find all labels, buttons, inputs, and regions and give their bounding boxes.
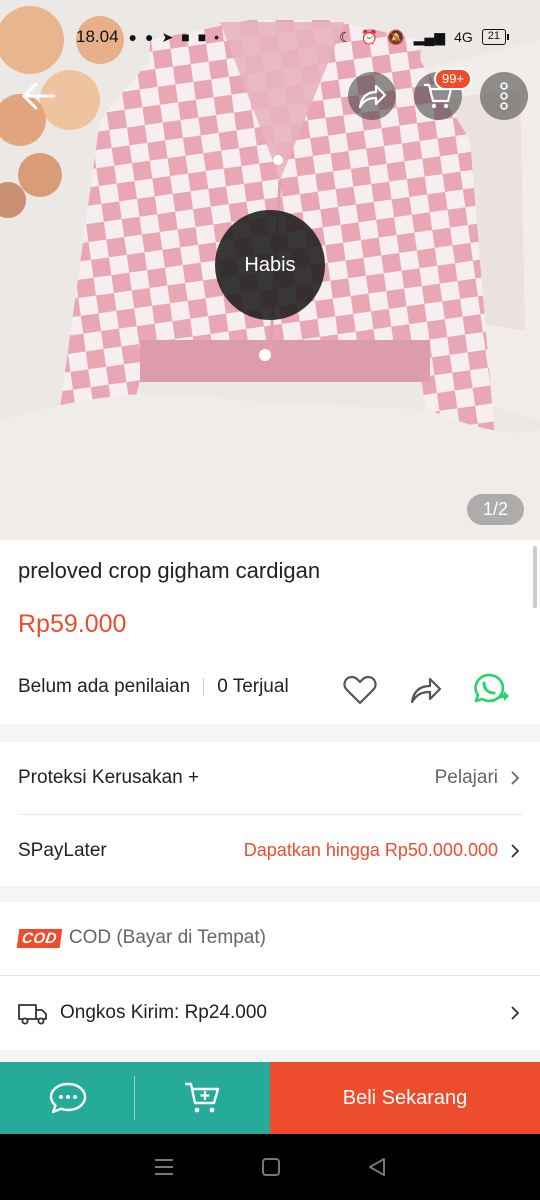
notification-icons: ● ● ➤ ■ ■ • — [129, 29, 220, 46]
protection-label: Proteksi Kerusakan + — [18, 767, 200, 788]
shopee-notification-icon: ■ — [197, 29, 207, 45]
battery-icon: 21 — [481, 29, 510, 45]
share-icon — [358, 84, 387, 109]
chevron-right-icon — [511, 771, 520, 785]
image-counter: 1/2 — [466, 494, 524, 525]
sold-out-overlay: Habis — [215, 210, 325, 320]
product-info-card: preloved crop gigham cardigan Rp59.000 B… — [0, 540, 540, 724]
more-notifications-icon: • — [214, 29, 220, 45]
chevron-right-icon — [511, 1006, 520, 1020]
add-to-cart-button[interactable] — [135, 1062, 270, 1134]
protection-row[interactable]: Proteksi Kerusakan + Pelajari — [18, 742, 522, 814]
back-button[interactable] — [14, 72, 62, 120]
telegram-notification-icon: ➤ — [161, 28, 174, 45]
chat-icon — [49, 1082, 86, 1114]
share-icon — [410, 677, 442, 704]
cart-button[interactable]: 99+ — [414, 68, 473, 120]
whatsapp-icon — [474, 673, 509, 703]
share-button[interactable] — [348, 72, 396, 120]
spaylater-label: SPayLater — [18, 839, 107, 861]
stats-divider — [203, 678, 205, 696]
sold-count: 0 Terjual — [217, 676, 289, 697]
more-vertical-icon — [500, 82, 508, 110]
product-price: Rp59.000 — [18, 610, 127, 638]
add-cart-icon — [184, 1082, 219, 1113]
line-notification-icon: ● — [145, 29, 154, 45]
spaylater-offer: Dapatkan hingga Rp50.000.000 — [243, 840, 498, 860]
shipping-label: Ongkos Kirim: Rp24.000 — [60, 1002, 267, 1023]
product-stats: Belum ada penilaian 0 Terjual — [18, 676, 289, 698]
rating-text: Belum ada penilaian — [18, 676, 191, 697]
mute-icon: 🔕 — [387, 28, 405, 45]
whatsapp-notification-icon: ● — [128, 29, 138, 45]
heart-icon — [343, 675, 377, 705]
delivery-card: COD COD (Bayar di Tempat) Ongkos Kirim: … — [0, 902, 540, 1050]
share-product-button[interactable] — [406, 670, 446, 710]
chat-button[interactable] — [0, 1062, 135, 1134]
bottom-action-bar: Beli Sekarang — [0, 1062, 540, 1134]
back-triangle-icon[interactable] — [367, 1157, 387, 1177]
cart-count-badge: 99+ — [434, 68, 473, 90]
whatsapp-share-button[interactable] — [472, 670, 512, 710]
cod-row: COD COD (Bayar di Tempat) — [16, 902, 522, 974]
home-icon[interactable] — [261, 1157, 281, 1177]
cod-label: COD (Bayar di Tempat) — [68, 927, 266, 948]
cod-badge: COD — [16, 928, 63, 948]
recent-apps-icon[interactable] — [153, 1157, 175, 1177]
product-image-carousel[interactable]: 18.04 ● ● ➤ ■ ■ • ☾ ⏰ 🔕 ▂▄▆ 4G 21 99+ Ha… — [0, 0, 540, 540]
favorite-button[interactable] — [340, 670, 380, 710]
scroll-indicator — [533, 546, 537, 608]
game-notification-icon: ■ — [181, 29, 190, 45]
more-options-button[interactable] — [480, 72, 528, 120]
arrow-left-icon — [22, 82, 56, 110]
system-navigation-bar — [0, 1134, 540, 1200]
status-bar: 18.04 ● ● ➤ ■ ■ • ☾ ⏰ 🔕 ▂▄▆ 4G 21 — [0, 22, 540, 52]
network-label: 4G — [454, 29, 473, 45]
alarm-icon: ⏰ — [360, 28, 379, 45]
moon-icon: ☾ — [339, 28, 352, 45]
signal-icon: ▂▄▆ — [413, 28, 446, 45]
chevron-right-icon — [511, 843, 520, 858]
product-title: preloved crop gigham cardigan — [18, 558, 321, 583]
protection-learn-link[interactable]: Pelajari — [435, 767, 498, 789]
spaylater-row[interactable]: SPayLater Dapatkan hingga Rp50.000.000 — [18, 815, 522, 886]
shipping-row[interactable]: Ongkos Kirim: Rp24.000 — [18, 976, 522, 1050]
truck-icon — [18, 1004, 47, 1025]
services-card: Proteksi Kerusakan + Pelajari SPayLater … — [0, 742, 540, 886]
system-icons: ☾ ⏰ 🔕 ▂▄▆ 4G 21 — [339, 28, 510, 46]
buy-now-button[interactable]: Beli Sekarang — [270, 1062, 540, 1134]
status-time: 18.04 — [76, 27, 119, 46]
